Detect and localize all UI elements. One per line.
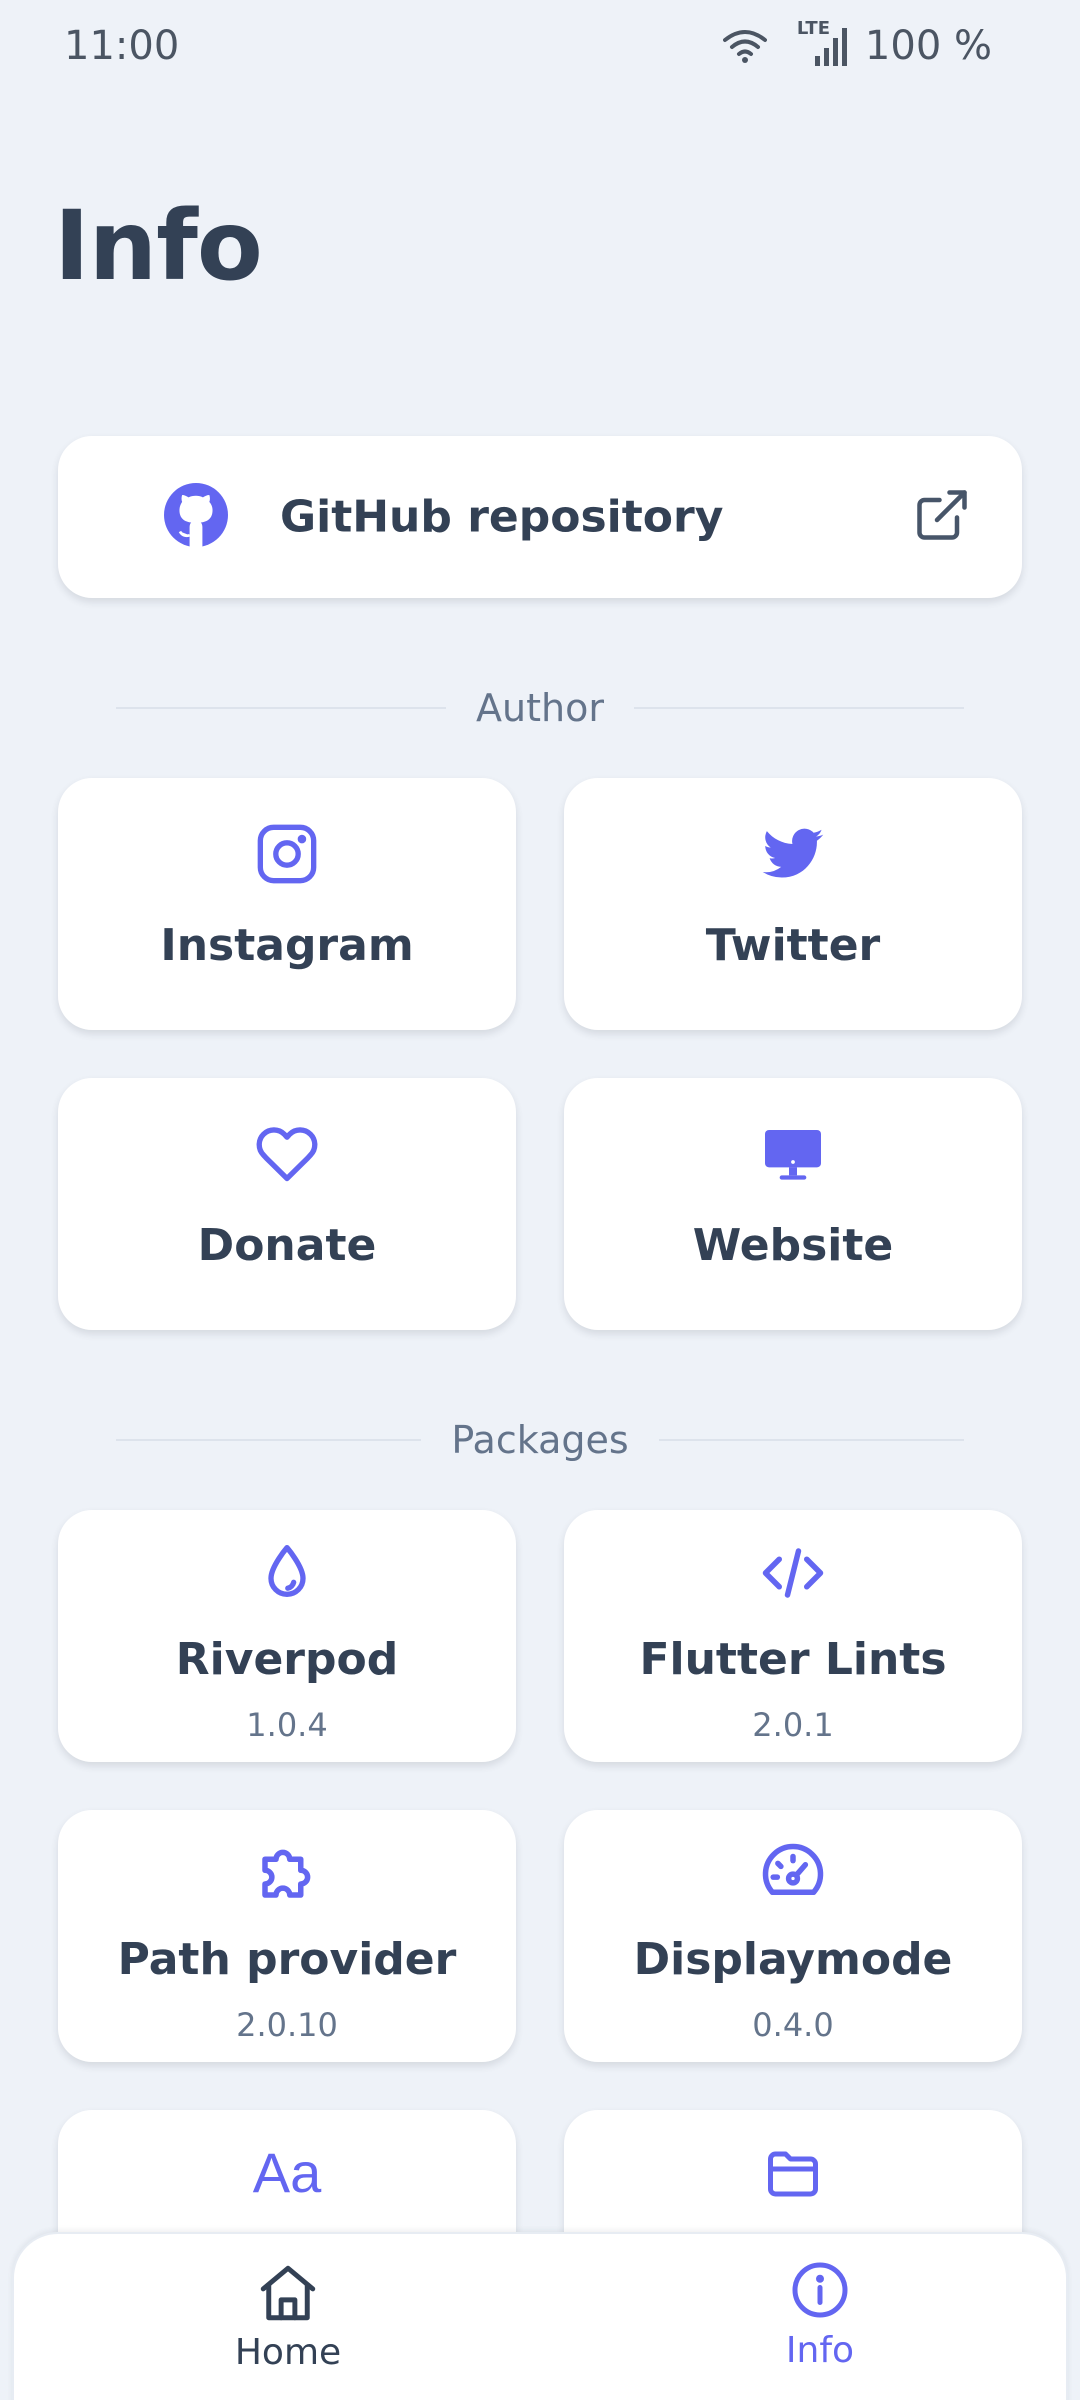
- nav-item-home[interactable]: Home: [158, 2260, 418, 2373]
- wifi-icon: [722, 28, 767, 64]
- twitter-icon: [760, 822, 826, 892]
- author-section-title: Author: [476, 686, 604, 730]
- droplet-icon: [255, 1540, 319, 1610]
- monitor-icon: [759, 1122, 827, 1190]
- instagram-label: Instagram: [160, 920, 414, 971]
- external-link-icon: [912, 485, 972, 549]
- divider-line: [116, 1439, 422, 1441]
- package-version: 2.0.1: [752, 1706, 834, 1744]
- instagram-icon: [255, 822, 319, 890]
- package-name: Displaymode: [633, 1934, 953, 1985]
- package-version: 2.0.10: [236, 2006, 338, 2044]
- folder-icon: [759, 2144, 827, 2208]
- code-icon: [758, 1540, 828, 1610]
- package-version: 1.0.4: [246, 1706, 328, 1744]
- divider-line: [658, 1439, 964, 1441]
- puzzle-icon: [254, 1840, 320, 1910]
- status-icons: LTE 100 %: [722, 18, 992, 69]
- divider-line: [116, 707, 447, 709]
- twitter-label: Twitter: [705, 920, 881, 971]
- github-icon: [164, 483, 228, 551]
- instagram-card[interactable]: Instagram: [58, 778, 516, 1030]
- nav-item-info[interactable]: Info: [690, 2260, 950, 2371]
- author-section-divider: Author: [116, 678, 964, 738]
- github-repository-card[interactable]: GitHub repository: [58, 436, 1022, 598]
- home-icon: [158, 2260, 418, 2326]
- package-card-path-provider[interactable]: Path provider 2.0.10: [58, 1810, 516, 2062]
- heart-icon: [255, 1122, 319, 1190]
- divider-line: [633, 707, 964, 709]
- twitter-card[interactable]: Twitter: [564, 778, 1022, 1030]
- page-title: Info: [54, 190, 263, 302]
- website-label: Website: [692, 1220, 894, 1271]
- package-name: Path provider: [117, 1934, 457, 1985]
- donate-card[interactable]: Donate: [58, 1078, 516, 1330]
- website-card[interactable]: Website: [564, 1078, 1022, 1330]
- package-card-displaymode[interactable]: Displaymode 0.4.0: [564, 1810, 1022, 2062]
- nav-label-home: Home: [234, 2332, 342, 2373]
- status-bar: 11:00 LTE 100 %: [0, 0, 1080, 92]
- package-name: Riverpod: [175, 1634, 399, 1685]
- bottom-navigation: Home Info: [12, 2232, 1068, 2400]
- battery-level: 100 %: [864, 23, 992, 69]
- package-version: 0.4.0: [752, 2006, 834, 2044]
- info-icon: [690, 2260, 950, 2320]
- packages-section-title: Packages: [451, 1418, 629, 1462]
- packages-section-divider: Packages: [116, 1410, 964, 1470]
- signal-icon: LTE: [785, 18, 847, 68]
- status-time: 11:00: [64, 23, 180, 69]
- package-card-riverpod[interactable]: Riverpod 1.0.4: [58, 1510, 516, 1762]
- info-screen: 11:00 LTE 100 % Info GitHub repository A…: [0, 0, 1080, 2400]
- donate-label: Donate: [197, 1220, 377, 1271]
- gauge-icon: [759, 1840, 827, 1910]
- github-repository-label: GitHub repository: [280, 491, 724, 543]
- package-name: Flutter Lints: [639, 1634, 947, 1685]
- nav-label-info: Info: [785, 2330, 855, 2371]
- package-card-flutter-lints[interactable]: Flutter Lints 2.0.1: [564, 1510, 1022, 1762]
- font-icon: Aa: [252, 2141, 322, 2204]
